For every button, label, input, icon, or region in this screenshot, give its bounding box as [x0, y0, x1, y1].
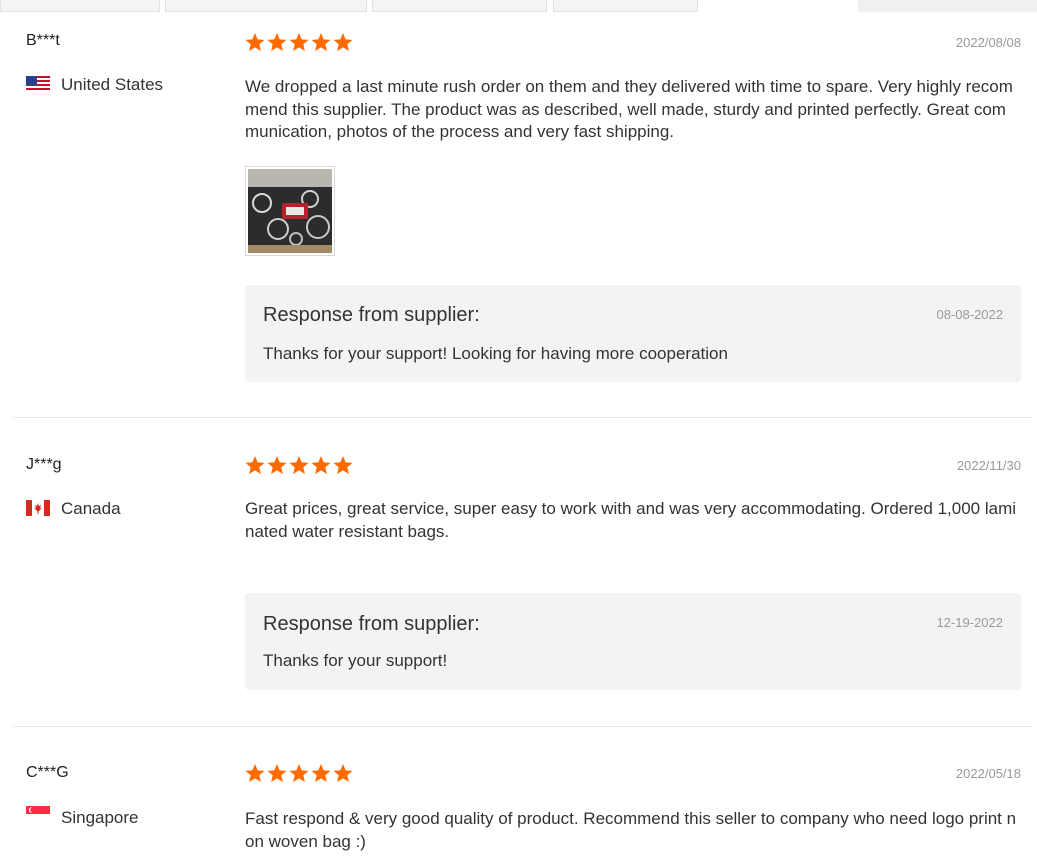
review-item: B***t United States 2022/08/08 We droppe…: [14, 0, 1032, 418]
review-date: 2022/08/08: [955, 35, 1021, 50]
star-icon: [311, 33, 331, 51]
star-icon: [333, 456, 353, 474]
star-icon: [245, 456, 265, 474]
reviewer-name: C***G: [26, 764, 69, 781]
star-icon: [267, 764, 287, 782]
star-icon: [267, 33, 287, 51]
star-icon: [311, 456, 331, 474]
star-rating: [245, 31, 353, 53]
review-date: 2022/11/30: [956, 458, 1021, 473]
review-date: 2022/05/18: [955, 766, 1021, 781]
star-icon: [289, 33, 309, 51]
star-icon: [267, 456, 287, 474]
star-icon: [333, 764, 353, 782]
star-icon: [289, 764, 309, 782]
supplier-response: Response from supplier: 12-19-2022 Thank…: [245, 593, 1021, 690]
response-date: 08-08-2022: [936, 307, 1004, 322]
star-rating: [245, 454, 353, 476]
star-icon: [311, 764, 331, 782]
review-text: Fast respond & very good quality of prod…: [245, 809, 1017, 851]
canada-flag-icon: [26, 500, 50, 516]
star-rating: [245, 762, 353, 784]
response-text: Thanks for your support! Looking for hav…: [263, 344, 728, 363]
review-text: Great prices, great service, super easy …: [245, 499, 1017, 541]
star-icon: [245, 33, 265, 51]
reviewer-name: J***g: [26, 456, 62, 473]
star-icon: [333, 33, 353, 51]
us-flag-icon: [26, 76, 50, 92]
review-item: J***g Canada 2022/11/30 Great prices, gr…: [14, 418, 1032, 727]
response-text: Thanks for your support!: [263, 651, 448, 670]
response-title: Response from supplier:: [263, 613, 480, 635]
review-item: C***G Singapore 2022/05/18 Fast respond …: [14, 727, 1032, 863]
review-photo-thumbnail[interactable]: [245, 166, 335, 256]
singapore-flag-icon: [26, 806, 50, 822]
response-title: Response from supplier:: [263, 304, 480, 326]
star-icon: [289, 456, 309, 474]
star-icon: [245, 764, 265, 782]
reviewer-name: B***t: [26, 32, 60, 49]
review-text: We dropped a last minute rush order on t…: [245, 77, 1013, 141]
supplier-response: Response from supplier: 08-08-2022 Thank…: [245, 285, 1021, 382]
reviewer-country: Canada: [61, 499, 121, 518]
reviewer-country: United States: [61, 75, 164, 94]
reviewer-country: Singapore: [61, 808, 139, 827]
response-date: 12-19-2022: [936, 615, 1004, 630]
